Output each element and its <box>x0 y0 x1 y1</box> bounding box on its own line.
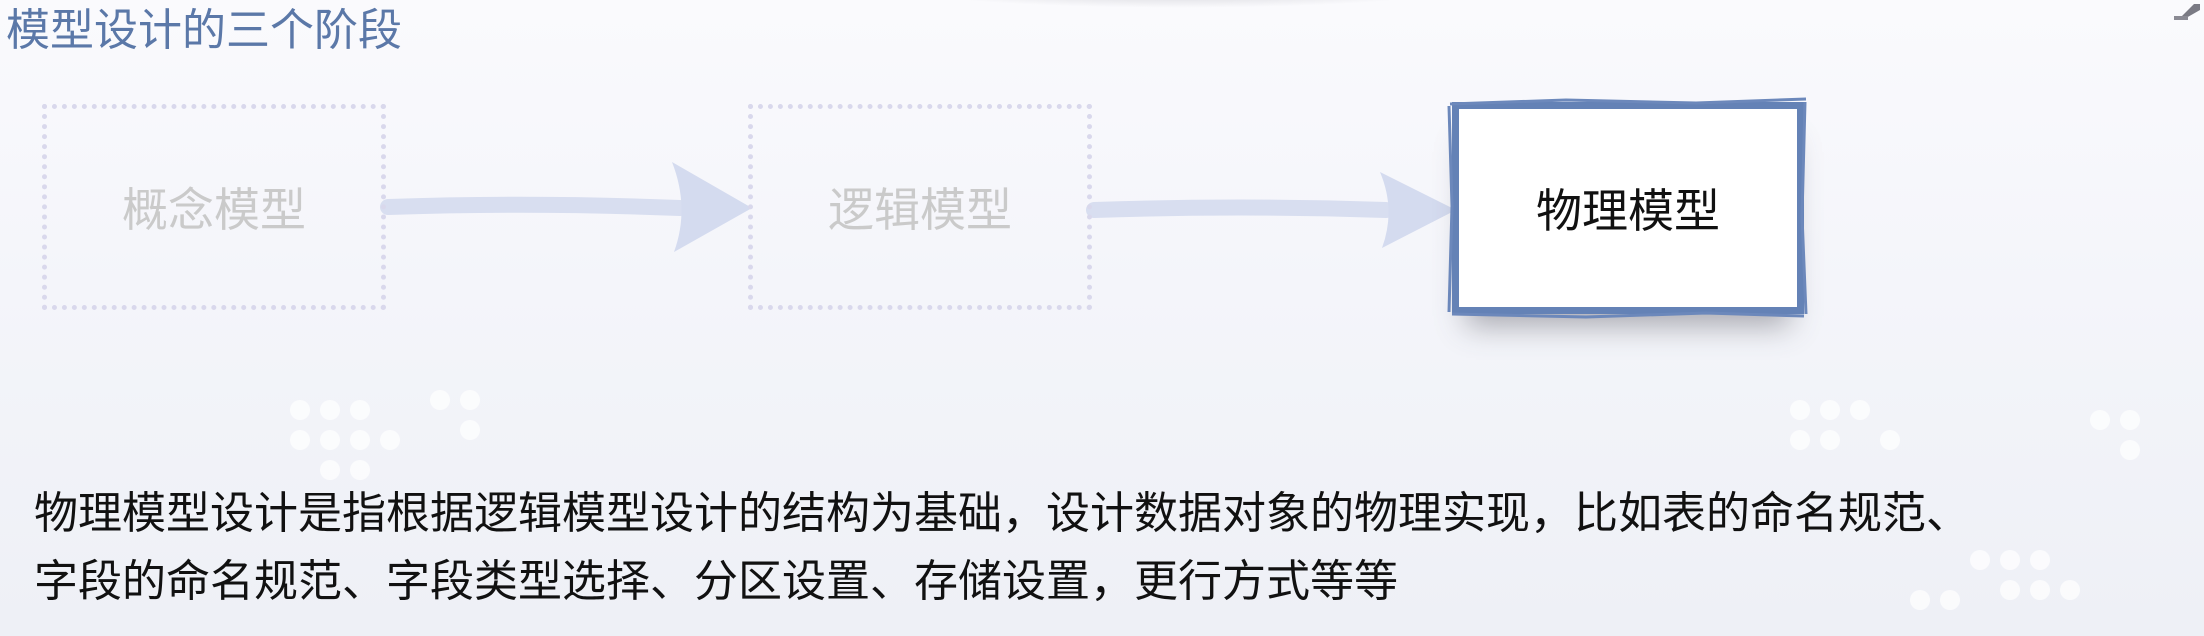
description-line: 字段的命名规范、字段类型选择、分区设置、存储设置，更行方式等等 <box>34 556 1398 607</box>
stage-concept-model: 概念模型 <box>42 104 386 310</box>
right-arrow-icon <box>380 162 752 252</box>
description-line: 物理模型设计是指根据逻辑模型设计的结构为基础，设计数据对象的物理实现，比如表的命… <box>34 488 1970 539</box>
stage-label: 逻辑模型 <box>828 183 1012 237</box>
stage-physical-model: 物理模型 <box>1452 102 1804 314</box>
stage-logical-model: 逻辑模型 <box>748 104 1092 310</box>
stage-label: 物理模型 <box>1536 184 1720 238</box>
description-text: 物理模型设计是指根据逻辑模型设计的结构为基础，设计数据对象的物理实现，比如表的命… <box>34 480 2194 616</box>
stage-label: 概念模型 <box>122 183 306 237</box>
model-design-stage-diagram: 概念模型 逻辑模型 物理模型 <box>0 0 2204 380</box>
right-arrow-icon <box>1086 172 1456 248</box>
